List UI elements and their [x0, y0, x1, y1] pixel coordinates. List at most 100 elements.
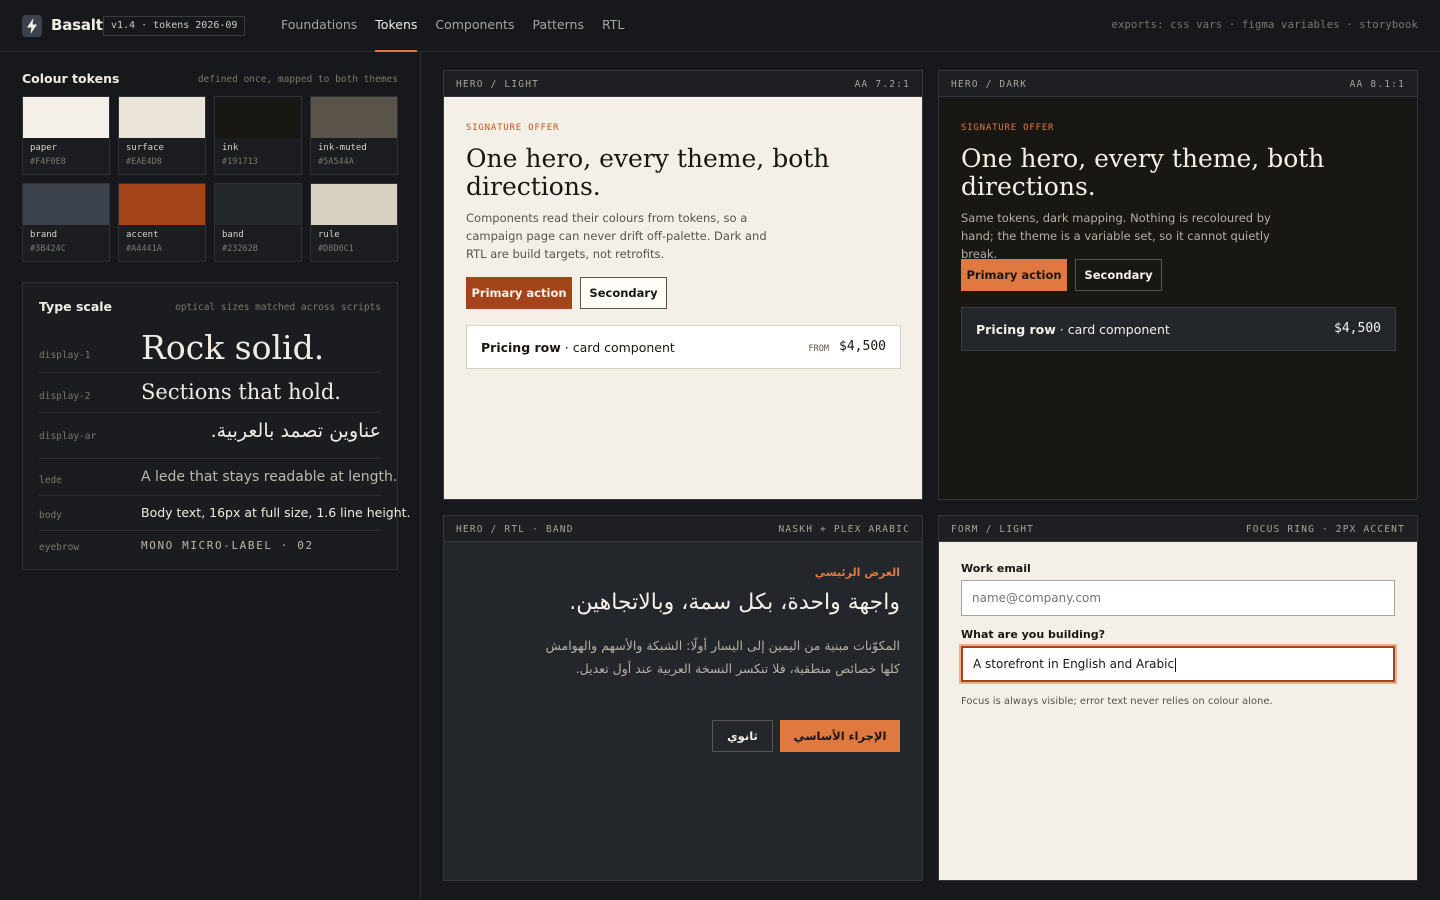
hero-eyebrow: SIGNATURE OFFER — [961, 123, 1055, 133]
type-scale-subtitle: optical sizes matched across scripts — [175, 302, 381, 313]
type-label: body — [39, 510, 62, 521]
helper-text: Focus is always visible; error text neve… — [961, 696, 1273, 707]
swatch-color — [311, 97, 397, 138]
hero-title: واجهة واحدة، بكل سمة، وبالاتجاهين. — [569, 590, 900, 615]
primary-action-button[interactable]: Primary action — [961, 259, 1067, 291]
swatch-name: paper — [30, 143, 58, 153]
card-header: HERO / DARK AA 8.1:1 — [939, 71, 1417, 97]
swatch-color — [215, 184, 301, 225]
token-sidebar: Colour tokens defined once, mapped to bo… — [0, 52, 421, 900]
swatch-paper[interactable]: paper #F4F0E8 — [22, 96, 110, 175]
card-header-label: HERO / LIGHT — [456, 79, 540, 90]
type-label: display-1 — [39, 350, 91, 361]
card-header: FORM / LIGHT FOCUS RING · 2PX ACCENT — [939, 516, 1417, 542]
secondary-button[interactable]: ثانوي — [712, 720, 773, 752]
type-label: lede — [39, 475, 62, 486]
secondary-button[interactable]: Secondary — [1075, 259, 1162, 291]
swatch-hex: #3B424C — [30, 244, 66, 254]
hero-text: المكوّنات مبنية من اليمين إلى اليسار أول… — [545, 638, 900, 676]
type-sample: MONO MICRO-LABEL · 02 — [141, 539, 314, 552]
swatch-name: band — [222, 230, 244, 240]
price-value: $4,500 — [839, 339, 886, 354]
swatch-hex: #A4441A — [126, 244, 162, 254]
nav-item-components[interactable]: Components — [435, 0, 514, 52]
price-value: $4,500 — [1334, 321, 1381, 336]
type-row-body: body Body text, 16px at full size, 1.6 l… — [39, 496, 411, 531]
swatch-ink-muted[interactable]: ink-muted #5A544A — [310, 96, 398, 175]
swatch-name: ink — [222, 143, 239, 153]
swatch-name: surface — [126, 143, 164, 153]
hero-title: One hero, every theme, both directions. — [466, 144, 830, 201]
top-bar: Basalt v1.4 · tokens 2026-09 Foundations… — [0, 0, 1440, 52]
pricing-row-label: Pricing row · card component — [481, 340, 675, 355]
type-sample: Rock solid. — [141, 328, 325, 367]
swatch-name: brand — [30, 230, 58, 240]
contrast-ratio: AA 7.2:1 — [854, 79, 910, 90]
swatch-accent[interactable]: accent #A4441A — [118, 183, 206, 262]
brand-name[interactable]: Basalt — [51, 16, 103, 34]
type-label: display-2 — [39, 391, 91, 402]
swatch-color — [119, 184, 205, 225]
type-row-eyebrow: eyebrow MONO MICRO-LABEL · 02 — [39, 531, 381, 561]
pricing-row-card[interactable]: Pricing row · card component $4,500 — [961, 307, 1396, 351]
type-row-display-ar: display-ar عناوين تصمد بالعربية. — [39, 413, 381, 459]
card-preview: العرض الرئيسي واجهة واحدة، بكل سمة، وبال… — [444, 542, 922, 880]
swatch-name: rule — [318, 230, 340, 240]
primary-action-button[interactable]: الإجراء الأساسي — [780, 720, 900, 752]
text-caret — [1175, 657, 1177, 672]
swatch-color — [23, 184, 109, 225]
nav-item-tokens[interactable]: Tokens — [375, 0, 418, 52]
swatch-color — [215, 97, 301, 138]
price-from-label: FROM — [808, 344, 829, 354]
nav-item-patterns[interactable]: Patterns — [532, 0, 583, 52]
email-field-label: Work email — [961, 562, 1031, 575]
colour-tokens-title: Colour tokens — [22, 71, 120, 86]
swatch-brand[interactable]: brand #3B424C — [22, 183, 110, 262]
card-header-label: HERO / RTL · BAND — [456, 524, 574, 535]
swatch-hex: #23262B — [222, 244, 258, 254]
nav-item-foundations[interactable]: Foundations — [281, 0, 357, 52]
hero-text: Components read their colours from token… — [466, 211, 767, 261]
hero-light-card: HERO / LIGHT AA 7.2:1 SIGNATURE OFFER On… — [443, 70, 923, 500]
build-field-label: What are you building? — [961, 628, 1105, 641]
swatch-hex: #191713 — [222, 157, 258, 167]
type-sample: Sections that hold. — [141, 380, 341, 404]
card-header: HERO / LIGHT AA 7.2:1 — [444, 71, 922, 97]
swatch-hex: #5A544A — [318, 157, 354, 167]
secondary-button[interactable]: Secondary — [580, 277, 667, 309]
swatch-rule[interactable]: rule #D8D0C1 — [310, 183, 398, 262]
type-row-display-2: display-2 Sections that hold. — [39, 373, 381, 413]
hero-rtl-card: HERO / RTL · BAND NASKH + PLEX ARABIC ال… — [443, 515, 923, 881]
email-field[interactable] — [961, 580, 1395, 616]
primary-action-button[interactable]: Primary action — [466, 277, 572, 309]
swatch-hex: #F4F0E8 — [30, 157, 66, 167]
hero-title: One hero, every theme, both directions. — [961, 144, 1325, 201]
hero-eyebrow: العرض الرئيسي — [814, 566, 900, 579]
main-nav: Foundations Tokens Components Patterns R… — [281, 0, 624, 52]
type-scale-panel: Type scale optical sizes matched across … — [22, 282, 411, 570]
nav-item-rtl[interactable]: RTL — [602, 0, 624, 52]
pricing-row-card[interactable]: Pricing row · card component FROM $4,500 — [466, 325, 901, 369]
swatch-color — [119, 97, 205, 138]
card-header-label: HERO / DARK — [951, 79, 1028, 90]
swatch-surface[interactable]: surface #EAE4D8 — [118, 96, 206, 175]
swatch-ink[interactable]: ink #191713 — [214, 96, 302, 175]
swatch-hex: #D8D0C1 — [318, 244, 354, 254]
swatch-band[interactable]: band #23262B — [214, 183, 302, 262]
type-sample: عناوين تصمد بالعربية. — [210, 420, 381, 442]
swatch-color — [311, 184, 397, 225]
form-light-card: FORM / LIGHT FOCUS RING · 2PX ACCENT Wor… — [938, 515, 1418, 881]
colour-tokens-subtitle: defined once, mapped to both themes — [197, 74, 398, 85]
contrast-ratio: AA 8.1:1 — [1349, 79, 1405, 90]
build-field-value: A storefront in English and Arabic — [973, 657, 1175, 671]
type-scale-title: Type scale — [39, 299, 113, 314]
build-field-focused[interactable]: A storefront in English and Arabic — [961, 646, 1395, 682]
hero-eyebrow: SIGNATURE OFFER — [466, 123, 560, 133]
card-preview: SIGNATURE OFFER One hero, every theme, b… — [444, 97, 922, 499]
hero-text: Same tokens, dark mapping. Nothing is re… — [961, 211, 1271, 261]
type-row-lede: lede A lede that stays readable at lengt… — [39, 459, 397, 496]
card-preview: Work email What are you building? A stor… — [939, 542, 1417, 880]
card-header: HERO / RTL · BAND NASKH + PLEX ARABIC — [444, 516, 922, 542]
bolt-logo-icon[interactable] — [22, 15, 42, 37]
pricing-row-label: Pricing row · card component — [976, 322, 1170, 337]
